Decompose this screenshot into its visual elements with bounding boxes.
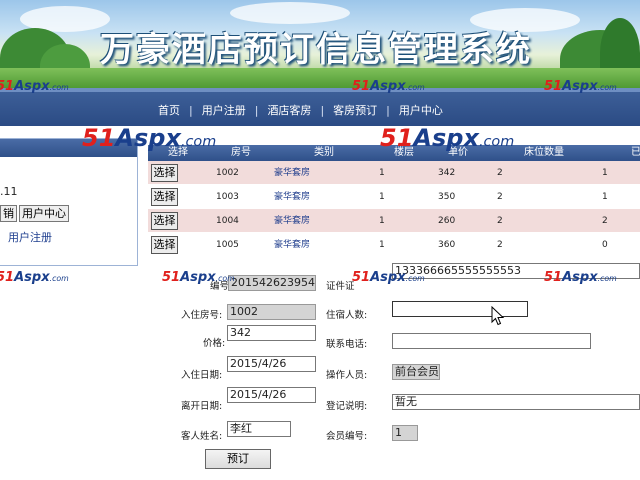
member-no-label: 会员编号: [326, 431, 368, 442]
table-row: 选择 1002 豪华套房 1 342 2 1 [148, 161, 640, 185]
user-center-button[interactable]: 用户中心 [19, 205, 69, 222]
price-field[interactable]: 342 [227, 325, 316, 341]
header-banner: 万豪酒店预订信息管理系统 [0, 0, 640, 88]
id-no-field[interactable]: 133366665555555553 [392, 263, 640, 279]
nav-separator: | [386, 103, 390, 117]
grass-decoration [0, 68, 640, 88]
select-button[interactable]: 选择 [151, 164, 178, 182]
user-panel: .11 销 用户中心 用户注册 [0, 138, 138, 266]
nav-room-booking[interactable]: 客房预订 [333, 102, 377, 118]
room-floor: 1 [379, 216, 385, 226]
room-floor: 1 [379, 168, 385, 178]
nav-separator: | [189, 103, 193, 117]
logout-button[interactable]: 销 [0, 205, 17, 222]
checkout-label: 离开日期: [181, 401, 223, 412]
col-select: 选择 [168, 147, 188, 158]
guest-name-field[interactable]: 李红 [227, 421, 291, 437]
room-beds: 2 [497, 216, 503, 226]
table-row: 选择 1005 豪华套房 1 360 2 0 [148, 233, 640, 257]
col-beds: 床位数量 [524, 147, 564, 158]
room-beds: 2 [497, 240, 503, 250]
room-price: 260 [438, 216, 456, 226]
room-booked: 0 [602, 240, 608, 250]
room-floor: 1 [379, 192, 385, 202]
room-booked: 2 [602, 216, 608, 226]
room-booked: 1 [602, 168, 608, 178]
select-button[interactable]: 选择 [151, 236, 178, 254]
mouse-cursor-icon [491, 306, 505, 326]
room-number: 1005 [216, 240, 239, 250]
main-nav: 首页 | 用户注册 | 酒店客房 | 客房预订 | 用户中心 [0, 88, 640, 126]
select-button[interactable]: 选择 [151, 188, 178, 206]
room-beds: 2 [497, 192, 503, 202]
guests-label: 住宿人数: [326, 310, 368, 321]
room-no-field[interactable]: 1002 [227, 304, 316, 320]
room-price: 342 [438, 168, 456, 178]
register-link[interactable]: 用户注册 [8, 229, 52, 245]
col-booked: 已 [631, 147, 640, 158]
order-no-label: 编号 [210, 281, 230, 292]
book-submit-button[interactable]: 预订 [205, 449, 271, 469]
room-price: 360 [438, 240, 456, 250]
watermark-logo: 51Aspx.com [0, 270, 69, 285]
room-beds: 2 [497, 168, 503, 178]
nav-user-center[interactable]: 用户中心 [399, 102, 443, 118]
room-booked: 1 [602, 192, 608, 202]
nav-hotel-rooms[interactable]: 酒店客房 [267, 102, 311, 118]
room-no-label: 入住房号: [181, 310, 223, 321]
guests-field[interactable] [392, 301, 528, 317]
table-row: 选择 1004 豪华套房 1 260 2 2 [148, 209, 640, 233]
room-number: 1002 [216, 168, 239, 178]
room-price: 350 [438, 192, 456, 202]
operator-label: 操作人员: [326, 370, 368, 381]
room-type: 豪华套房 [274, 216, 311, 226]
checkin-date-field[interactable]: 2015/4/26 [227, 356, 316, 372]
note-field[interactable]: 暂无 [392, 394, 640, 410]
col-room: 房号 [231, 147, 251, 158]
login-time-text: .11 [0, 185, 18, 198]
nav-register[interactable]: 用户注册 [202, 102, 246, 118]
nav-separator: | [320, 103, 325, 117]
site-title: 万豪酒店预订信息管理系统 [100, 30, 532, 70]
note-label: 登记说明: [326, 401, 368, 412]
room-type: 豪华套房 [274, 168, 311, 178]
operator-field[interactable]: 前台会员 [392, 364, 440, 380]
id-no-label: 证件证 [326, 281, 355, 292]
nav-home[interactable]: 首页 [158, 102, 180, 118]
cloud-decoration [230, 2, 350, 24]
room-type: 豪华套房 [274, 192, 311, 202]
order-no-field[interactable]: 201542623954 [228, 275, 316, 291]
col-price: 单价 [448, 147, 468, 158]
room-number: 1004 [216, 216, 239, 226]
table-header: 选择 房号 类别 楼层 单价 床位数量 已 [148, 145, 640, 161]
col-type: 类别 [314, 147, 334, 158]
room-number: 1003 [216, 192, 239, 202]
room-table: 选择 房号 类别 楼层 单价 床位数量 已 选择 1002 豪华套房 1 342… [148, 145, 640, 257]
select-button[interactable]: 选择 [151, 212, 178, 230]
nav-separator: | [254, 103, 259, 117]
table-row: 选择 1003 豪华套房 1 350 2 1 [148, 185, 640, 209]
member-no-field[interactable]: 1 [392, 425, 418, 441]
col-floor: 楼层 [394, 147, 414, 158]
phone-label: 联系电话: [326, 339, 368, 350]
phone-field[interactable] [392, 333, 591, 349]
guest-name-label: 客人姓名: [181, 431, 223, 442]
checkout-date-field[interactable]: 2015/4/26 [227, 387, 316, 403]
price-label: 价格: [203, 338, 226, 349]
checkin-label: 入住日期: [181, 370, 223, 381]
user-panel-header [0, 139, 137, 157]
room-floor: 1 [379, 240, 385, 250]
room-type: 豪华套房 [274, 240, 311, 250]
